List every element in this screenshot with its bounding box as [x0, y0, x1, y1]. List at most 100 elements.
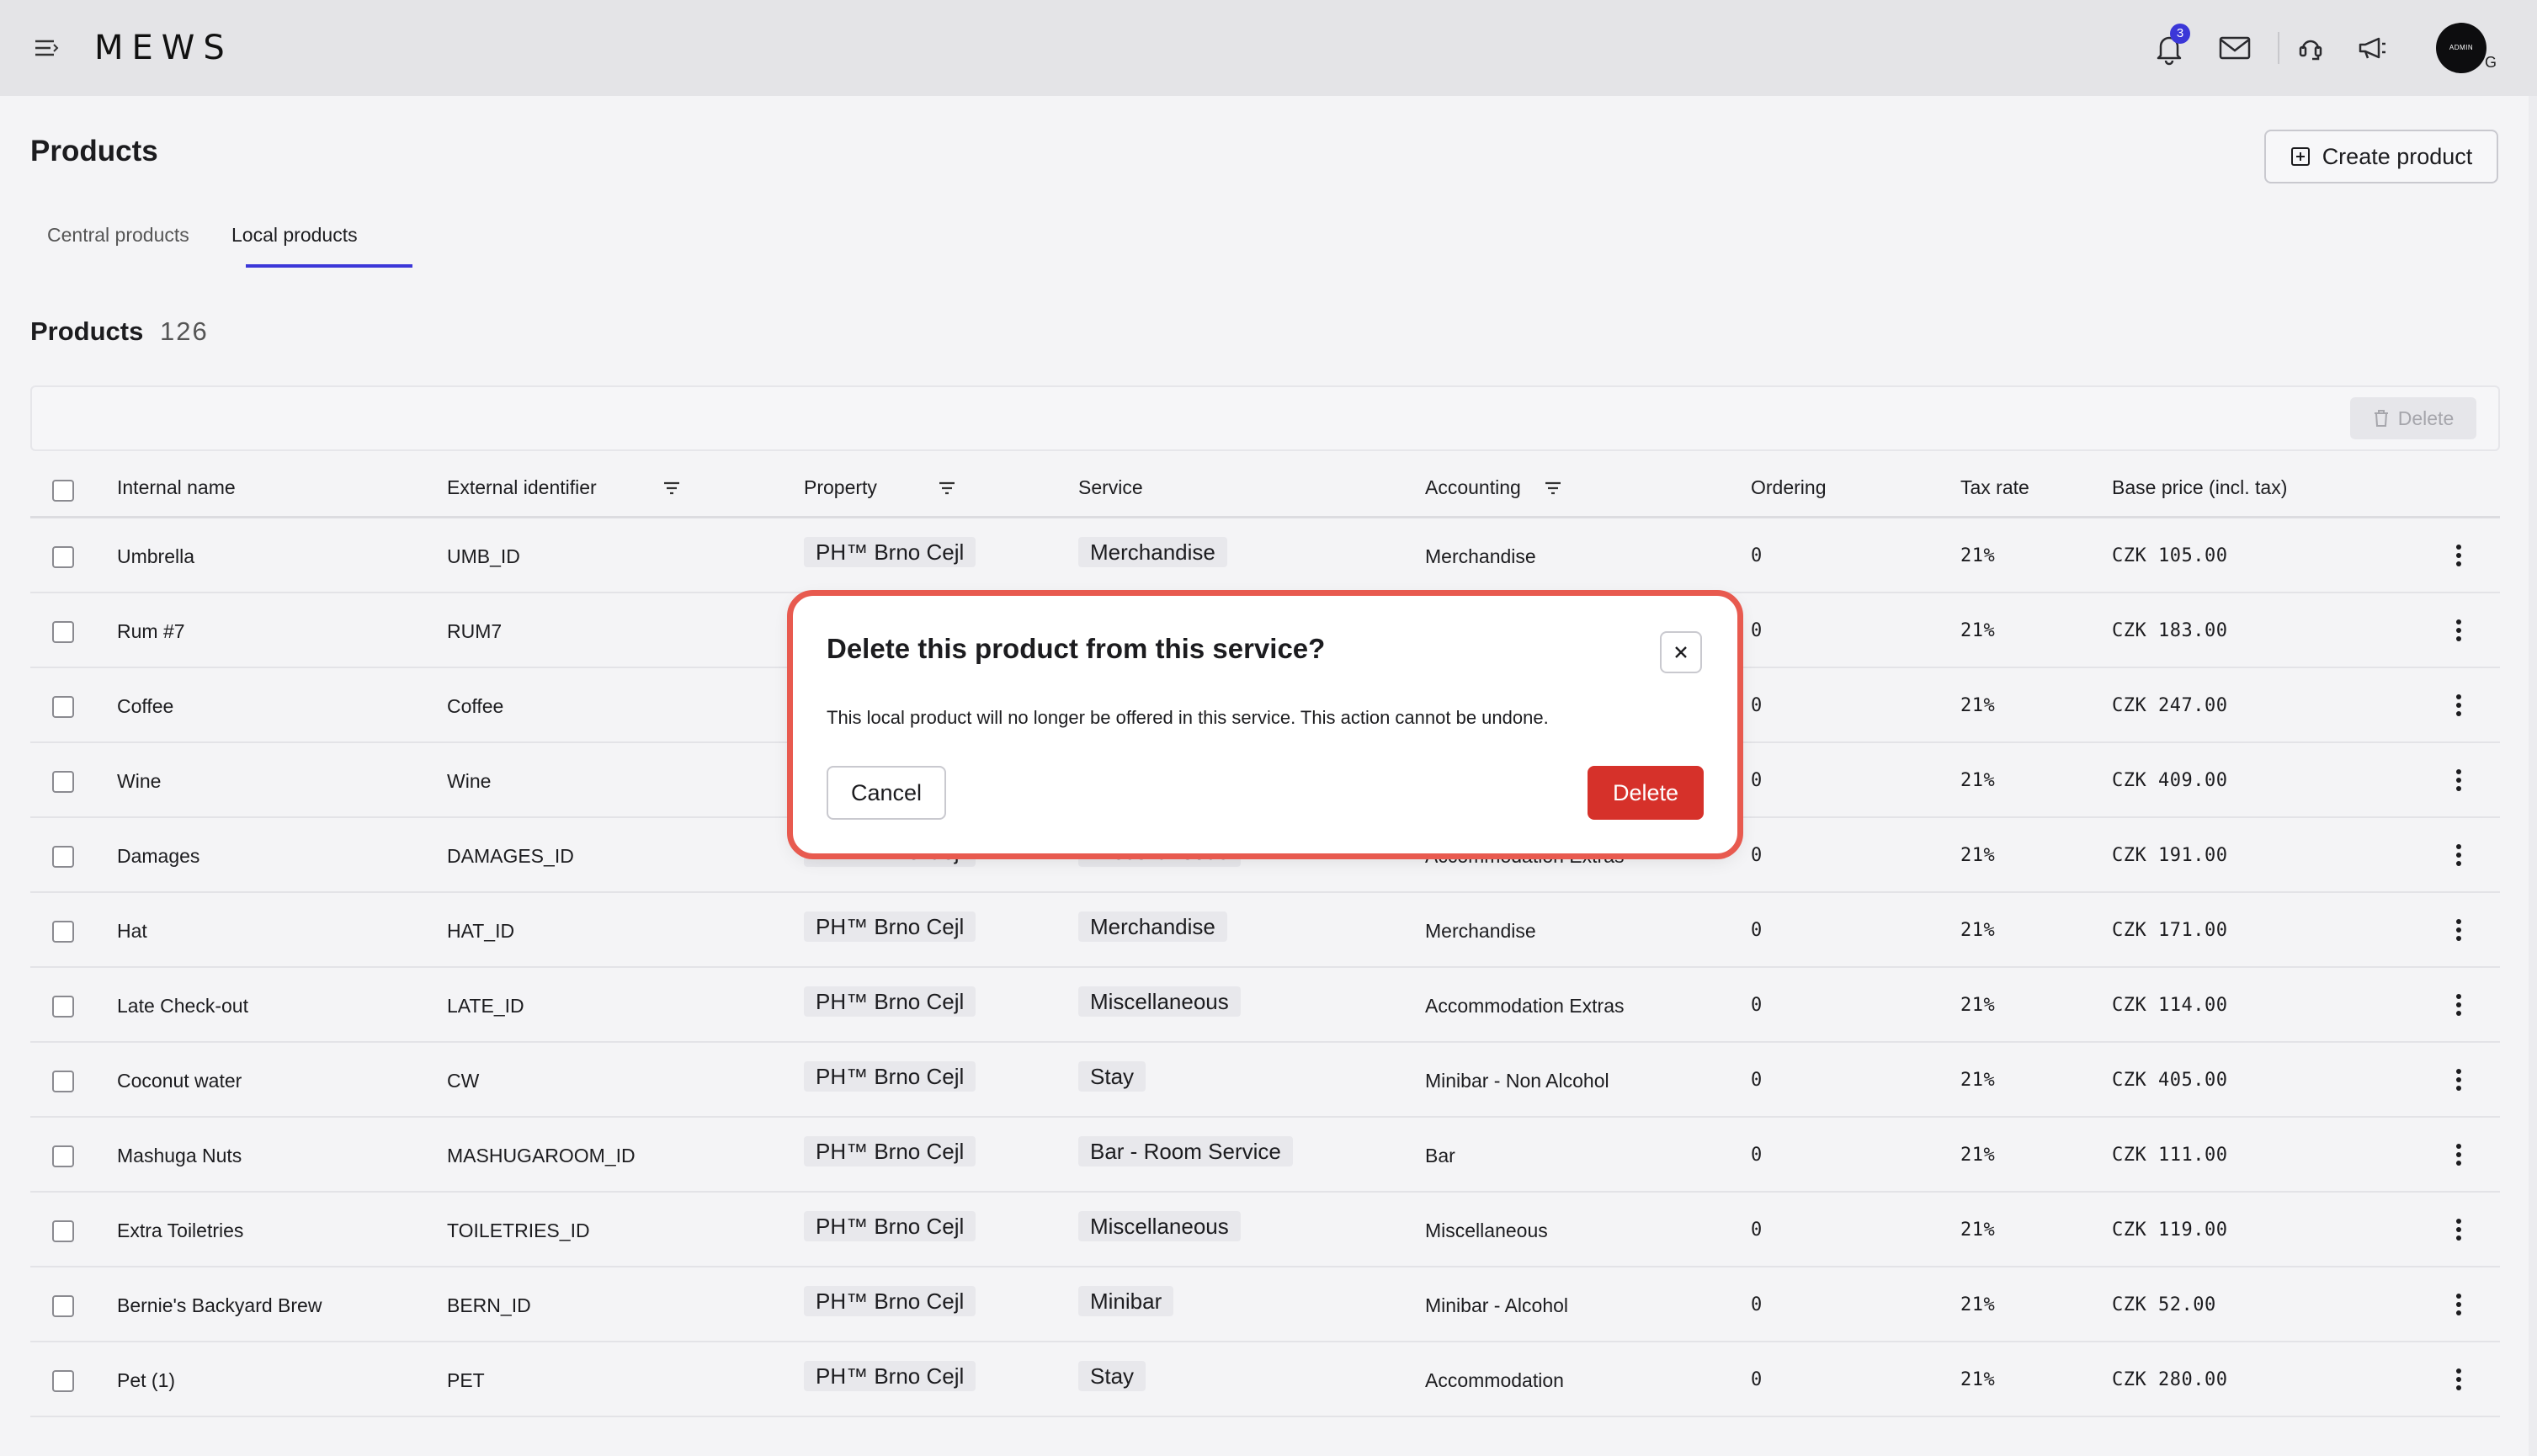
ordering-cell: 0 — [1751, 620, 1763, 641]
table-row[interactable]: Late Check-out LATE_ID PH™ Brno Cejl Miscel… — [30, 968, 2500, 1043]
row-checkbox[interactable] — [52, 696, 74, 718]
base-price-cell: CZK 111.00 — [2112, 1145, 2228, 1166]
tax-rate-cell: 21% — [1960, 1369, 1996, 1390]
more-options-icon[interactable] — [2446, 1140, 2471, 1170]
table-row[interactable]: Umbrella UMB_ID PH™ Brno Cejl Merchandise Me… — [30, 518, 2500, 593]
base-price-cell: CZK 247.00 — [2112, 695, 2228, 716]
tax-rate-cell: 21% — [1960, 1070, 1996, 1091]
column-property[interactable]: Property — [804, 476, 877, 499]
row-checkbox[interactable] — [52, 846, 74, 868]
more-options-icon[interactable] — [2446, 1214, 2471, 1245]
row-checkbox[interactable] — [52, 621, 74, 643]
close-dialog-button[interactable] — [1660, 631, 1702, 673]
base-price-cell: CZK 191.00 — [2112, 845, 2228, 866]
service-chip: Miscellaneous — [1078, 986, 1241, 1017]
accounting-cell: Miscellaneous — [1425, 1220, 1548, 1241]
column-tax-rate[interactable]: Tax rate — [1960, 476, 2029, 499]
accounting-cell: Accommodation — [1425, 1369, 1564, 1391]
select-all-checkbox[interactable] — [52, 480, 74, 502]
property-chip: PH™ Brno Cejl — [804, 1136, 976, 1166]
ordering-cell: 0 — [1751, 1145, 1763, 1166]
more-options-icon[interactable] — [2446, 540, 2471, 571]
filter-icon[interactable] — [1543, 478, 1563, 498]
accounting-cell: Minibar - Non Alcohol — [1425, 1070, 1609, 1092]
announcements-icon[interactable] — [2354, 29, 2392, 67]
row-checkbox[interactable] — [52, 1145, 74, 1167]
ordering-cell: 0 — [1751, 695, 1763, 716]
cancel-button[interactable]: Cancel — [827, 766, 946, 820]
tax-rate-cell: 21% — [1960, 920, 1996, 941]
property-chip: PH™ Brno Cejl — [804, 1286, 976, 1316]
more-options-icon[interactable] — [2446, 1364, 2471, 1395]
filter-icon[interactable] — [937, 478, 957, 498]
external-identifier-cell: TOILETRIES_ID — [447, 1220, 590, 1241]
user-avatar[interactable]: ADMIN — [2436, 23, 2486, 73]
row-checkbox[interactable] — [52, 996, 74, 1018]
more-options-icon[interactable] — [2446, 690, 2471, 720]
service-chip: Merchandise — [1078, 911, 1227, 942]
row-checkbox[interactable] — [52, 1220, 74, 1242]
more-options-icon[interactable] — [2446, 990, 2471, 1020]
more-options-icon[interactable] — [2446, 765, 2471, 795]
bulk-delete-label: Delete — [2397, 407, 2455, 429]
column-ordering[interactable]: Ordering — [1751, 476, 1826, 499]
filter-icon[interactable] — [662, 478, 682, 498]
base-price-cell: CZK 183.00 — [2112, 620, 2228, 641]
row-checkbox[interactable] — [52, 546, 74, 568]
accounting-cell: Accommodation Extras — [1425, 995, 1625, 1017]
bulk-delete-button[interactable]: Delete — [2350, 397, 2476, 439]
table-row[interactable]: Bernie's Backyard Brew BERN_ID PH™ Brno Ce… — [30, 1267, 2500, 1342]
base-price-cell: CZK 119.00 — [2112, 1220, 2228, 1241]
tax-rate-cell: 21% — [1960, 1145, 1996, 1166]
table-row[interactable]: Extra Toiletries TOILETRIES_ID PH™ Brno Ce… — [30, 1193, 2500, 1267]
external-identifier-cell: DAMAGES_ID — [447, 845, 574, 867]
column-internal-name[interactable]: Internal name — [117, 476, 236, 499]
mail-icon[interactable] — [2215, 29, 2254, 67]
property-chip: PH™ Brno Cejl — [804, 911, 976, 942]
table-row[interactable]: Mashuga Nuts MASHUGAROOM_ID PH™ Brno Cejl B… — [30, 1118, 2500, 1193]
row-checkbox[interactable] — [52, 921, 74, 943]
more-options-icon[interactable] — [2446, 840, 2471, 870]
service-chip: Merchandise — [1078, 537, 1227, 567]
tax-rate-cell: 21% — [1960, 995, 1996, 1016]
internal-name-cell: Late Check-out — [117, 995, 248, 1017]
row-checkbox[interactable] — [52, 1370, 74, 1392]
support-icon[interactable] — [2291, 29, 2330, 67]
service-chip: Stay — [1078, 1361, 1146, 1391]
row-checkbox[interactable] — [52, 1295, 74, 1317]
tax-rate-cell: 21% — [1960, 545, 1996, 566]
tab-local-products[interactable]: Local products — [231, 224, 358, 247]
internal-name-cell: Extra Toiletries — [117, 1220, 244, 1241]
column-accounting[interactable]: Accounting — [1425, 476, 1521, 499]
table-row[interactable]: Pet (1) PET PH™ Brno Cejl Stay Accommodation… — [30, 1342, 2500, 1417]
external-identifier-cell: HAT_ID — [447, 920, 515, 942]
accounting-cell: Merchandise — [1425, 545, 1536, 567]
create-product-button[interactable]: Create product — [2264, 130, 2498, 183]
tax-rate-cell: 21% — [1960, 1294, 1996, 1315]
internal-name-cell: Hat — [117, 920, 147, 942]
confirm-delete-button[interactable]: Delete — [1588, 766, 1704, 820]
row-checkbox[interactable] — [52, 1071, 74, 1092]
table-row[interactable]: Hat HAT_ID PH™ Brno Cejl Merchandise Merchan… — [30, 893, 2500, 968]
ordering-cell: 0 — [1751, 1220, 1763, 1241]
tab-central-products[interactable]: Central products — [47, 224, 189, 247]
more-options-icon[interactable] — [2446, 915, 2471, 945]
row-checkbox[interactable] — [52, 771, 74, 793]
column-base-price[interactable]: Base price (incl. tax) — [2112, 476, 2287, 499]
more-options-icon[interactable] — [2446, 615, 2471, 646]
section-title: Products — [30, 316, 144, 346]
base-price-cell: CZK 171.00 — [2112, 920, 2228, 941]
page-title: Products — [30, 135, 158, 167]
service-chip: Bar - Room Service — [1078, 1136, 1293, 1166]
scrollbar-track[interactable] — [2529, 96, 2537, 1456]
column-service[interactable]: Service — [1078, 476, 1143, 499]
table-header: Internal name External identifier Proper… — [30, 463, 2500, 518]
more-options-icon[interactable] — [2446, 1289, 2471, 1320]
more-options-icon[interactable] — [2446, 1065, 2471, 1095]
menu-icon[interactable] — [32, 34, 61, 62]
table-row[interactable]: Coconut water CW PH™ Brno Cejl Stay Minibar … — [30, 1043, 2500, 1118]
base-price-cell: CZK 409.00 — [2112, 770, 2228, 791]
mews-logo[interactable]: MEWS — [94, 29, 233, 67]
notification-badge: 3 — [2170, 24, 2190, 44]
column-external-identifier[interactable]: External identifier — [447, 476, 597, 499]
